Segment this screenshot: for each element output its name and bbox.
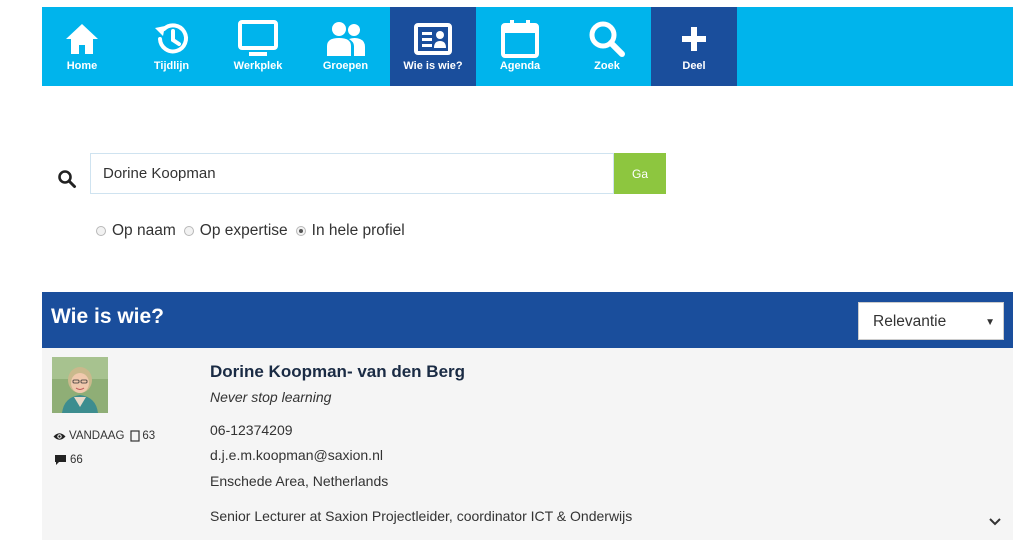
comment-count: 66 <box>70 454 83 466</box>
nav-groepen-label: Groepen <box>322 60 369 72</box>
radio-op-expertise-label: Op expertise <box>199 222 288 239</box>
person-phone: 06-12374209 <box>210 422 293 438</box>
nav-groepen[interactable]: Groepen <box>302 7 389 86</box>
search-icon <box>58 170 76 188</box>
nav-tijdlijn-label: Tijdlijn <box>153 60 190 72</box>
radio-op-naam-dot[interactable] <box>96 226 106 236</box>
nav-zoek[interactable]: Zoek <box>564 7 650 86</box>
comment-stats: 66 <box>55 454 83 466</box>
sort-select-value: Relevantie <box>873 313 947 330</box>
comment-icon <box>55 455 66 465</box>
eye-icon <box>53 432 66 440</box>
nav-deel[interactable]: Deel <box>651 7 737 86</box>
search-scope-options: Op naam Op expertise In hele profiel <box>96 222 413 240</box>
people-icon <box>326 22 365 56</box>
calendar-icon <box>501 20 539 58</box>
top-bar: Home Tijdlijn Werkplek Groepen Wie is wi… <box>0 0 1013 86</box>
nav-home-label: Home <box>66 60 98 72</box>
nav-werkplek[interactable]: Werkplek <box>215 7 301 86</box>
nav-tijdlijn[interactable]: Tijdlijn <box>129 7 214 86</box>
person-tagline: Never stop learning <box>210 389 332 405</box>
radio-in-hele-profiel-label: In hele profiel <box>311 222 405 239</box>
doc-count: 63 <box>142 430 156 442</box>
avatar[interactable] <box>52 357 108 413</box>
radio-in-hele-profiel[interactable]: In hele profiel <box>295 222 405 240</box>
id-card-icon <box>414 23 452 55</box>
results-header: Wie is wie? Relevantie ▼ <box>42 292 1013 348</box>
home-icon <box>66 24 98 54</box>
history-icon <box>154 23 188 54</box>
nav-werkplek-label: Werkplek <box>233 60 283 72</box>
search-icon <box>589 21 625 57</box>
result-card[interactable]: VANDAAG 63 66 Dorine Koopman- van den Be… <box>42 348 1013 540</box>
nav-home[interactable]: Home <box>42 7 122 86</box>
radio-op-naam-label: Op naam <box>112 222 176 239</box>
sort-select[interactable]: Relevantie ▼ <box>858 302 1004 340</box>
person-name[interactable]: Dorine Koopman- van den Berg <box>210 362 465 382</box>
person-location: Enschede Area, Netherlands <box>210 473 389 489</box>
person-email[interactable]: d.j.e.m.koopman@saxion.nl <box>210 447 383 463</box>
nav-agenda[interactable]: Agenda <box>477 7 563 86</box>
main-navigation: Home Tijdlijn Werkplek Groepen Wie is wi… <box>42 7 1013 86</box>
chevron-down-icon[interactable] <box>989 518 1001 526</box>
dropdown-arrow-icon: ▼ <box>985 317 995 328</box>
radio-in-hele-profiel-dot[interactable] <box>295 226 306 236</box>
nav-agenda-label: Agenda <box>499 60 541 72</box>
monitor-icon <box>238 20 278 56</box>
profile-stats: VANDAAG 63 <box>53 430 155 442</box>
document-icon <box>130 430 140 442</box>
nav-deel-label: Deel <box>682 60 706 72</box>
last-seen: VANDAAG <box>69 430 125 442</box>
nav-wie-is-wie[interactable]: Wie is wie? <box>390 7 476 86</box>
search-input[interactable] <box>90 153 614 194</box>
nav-wie-is-wie-label: Wie is wie? <box>403 60 463 72</box>
person-role: Senior Lecturer at Saxion Projectleider,… <box>210 508 633 524</box>
go-button[interactable]: Ga <box>614 153 666 194</box>
plus-icon <box>682 27 706 51</box>
nav-zoek-label: Zoek <box>594 60 620 72</box>
radio-op-expertise[interactable]: Op expertise <box>183 222 288 240</box>
results-title: Wie is wie? <box>51 305 165 328</box>
radio-op-naam[interactable]: Op naam <box>96 222 176 240</box>
radio-op-expertise-dot[interactable] <box>183 226 194 236</box>
